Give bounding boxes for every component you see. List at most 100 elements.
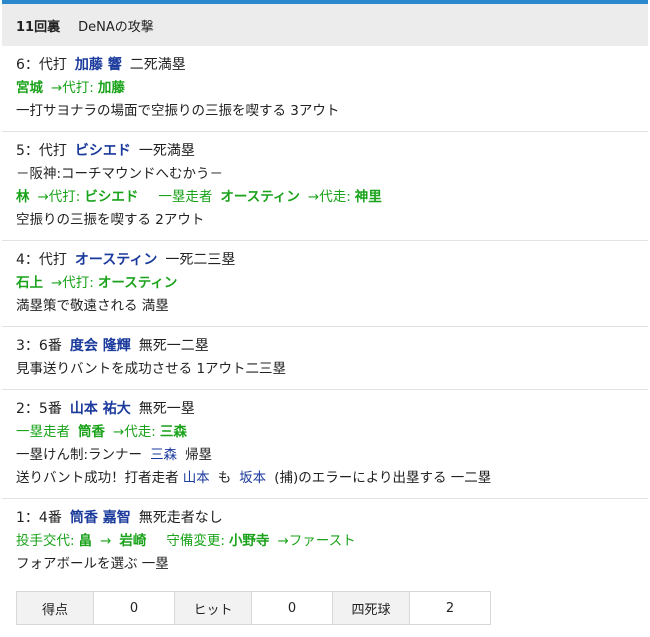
batter-link[interactable]: ビシエド [75,140,131,163]
result-text: (捕)のエラーにより出塁する 一二塁 [274,470,492,486]
batter-link[interactable]: 度会 隆輝 [70,335,131,358]
change-line: 投手交代: 畠 → 岩崎 守備変更: 小野寺 →ファースト [16,530,648,553]
play-head: 4： 代打 オースティン 一死二三塁 [16,249,648,272]
play-head: 3： 6番 度会 隆輝 無死一二塁 [16,335,648,358]
player-out-link[interactable]: 筒香 [78,421,105,444]
player-in-link[interactable]: 岩崎 [119,530,146,553]
inning-header: 11回裏 DeNAの攻撃 [2,4,648,46]
event-text: －阪神:コーチマウンドへむかう－ [16,166,224,182]
inning-panel: 11回裏 DeNAの攻撃 6： 代打 加藤 響 二死満塁 宮城 →代打: 加藤 … [2,0,648,637]
substitution-line: 林 →代打: ビシエド 一塁走者 オースティン →代走: 神里 [16,186,648,209]
batting-order: 4番 [38,510,62,526]
play-item: 1： 4番 筒香 嘉智 無死走者なし 投手交代: 畠 → 岩崎 守備変更: 小野… [2,499,648,584]
player-in-link[interactable]: 加藤 [98,77,125,100]
play-result: 見事送りバントを成功させる 1アウト二三塁 [16,358,648,381]
sub-arrow-label: →代走: [113,424,156,440]
play-head: 2： 5番 山本 祐大 無死一塁 [16,398,648,421]
situation: 一死二三塁 [165,252,236,268]
runner-label: 一塁走者 [158,189,213,205]
play-result: 送りバント成功！打者走者 山本 も 坂本 (捕)のエラーにより出塁する 一二塁 [16,467,648,490]
runner-label: 一塁走者 [16,424,70,440]
play-head: 5： 代打 ビシエド 一死満塁 [16,140,648,163]
player-out-link[interactable]: 畠 [79,530,93,553]
play-item: 2： 5番 山本 祐大 無死一塁 一塁走者 筒香 →代走: 三森 一塁けん制:ラ… [2,390,648,499]
batter-link[interactable]: オースティン [75,249,157,272]
player-link[interactable]: 小野寺 [229,530,270,553]
play-number: 4： [16,252,39,268]
play-list: 6： 代打 加藤 響 二死満塁 宮城 →代打: 加藤 一打サヨナラの場面で空振り… [2,46,648,584]
batting-order: 代打 [38,143,67,159]
batter-link[interactable]: 筒香 嘉智 [70,507,131,530]
result-text: 空振りの三振を喫する 2アウト [16,212,205,228]
player-out-link[interactable]: 林 [16,186,30,209]
play-head: 6： 代打 加藤 響 二死満塁 [16,54,648,77]
hits-label: ヒット [174,591,252,625]
defense-change-label: 守備変更: [166,533,225,549]
result-text: 見事送りバントを成功させる 1アウト二三塁 [16,361,287,377]
event-line: －阪神:コーチマウンドへむかう－ [16,163,648,186]
play-item: 5： 代打 ビシエド 一死満塁 －阪神:コーチマウンドへむかう－ 林 →代打: … [2,132,648,241]
runs-label: 得点 [16,591,94,625]
substitution-line: 一塁走者 筒香 →代走: 三森 [16,421,648,444]
inning-label: 11回裏 [16,19,61,35]
hits-value: 0 [251,591,333,625]
sub-arrow-label: →代走: [307,189,351,205]
player-in-link[interactable]: 三森 [160,421,187,444]
play-number: 3： [16,338,39,354]
batting-order: 代打 [38,57,67,73]
player-in-link[interactable]: ビシエド [84,186,138,209]
runner-link[interactable]: 三森 [150,444,177,467]
event-suffix: 帰塁 [185,447,213,463]
batter-link[interactable]: 山本 祐大 [70,398,131,421]
position-change: →ファースト [277,533,356,549]
situation: 無死走者なし [138,510,223,526]
sub-arrow-label: →代打: [51,275,94,291]
event-line: 一塁けん制:ランナー 三森 帰塁 [16,444,648,467]
result-text: フォアボールを選ぶ 一塁 [16,556,169,572]
player-link[interactable]: 山本 [183,467,210,490]
runs-value: 0 [93,591,175,625]
batting-order: 6番 [38,338,62,354]
situation: 無死一塁 [138,401,195,417]
play-number: 6： [16,57,39,73]
play-item: 6： 代打 加藤 響 二死満塁 宮城 →代打: 加藤 一打サヨナラの場面で空振り… [2,46,648,132]
play-number: 2： [16,401,39,417]
batter-link[interactable]: 加藤 響 [75,54,122,77]
player-out-link[interactable]: 石上 [16,272,43,295]
situation: 二死満塁 [129,57,186,73]
sub-arrow-label: →代打: [51,80,94,96]
player-out-link[interactable]: オースティン [220,186,300,209]
situation: 一死満塁 [138,143,195,159]
batting-order: 代打 [38,252,67,268]
play-item: 3： 6番 度会 隆輝 無死一二塁 見事送りバントを成功させる 1アウト二三塁 [2,327,648,390]
sub-arrow-label: →代打: [37,189,81,205]
result-text: 満塁策で敬遠される 満塁 [16,298,169,314]
team-attack-label: DeNAの攻撃 [78,19,154,35]
event-text: 一塁けん制:ランナー [16,447,143,463]
result-text: 一打サヨナラの場面で空振りの三振を喫する 3アウト [16,103,340,119]
change-arrow: → [100,533,112,549]
batting-order: 5番 [38,401,62,417]
result-text: も [217,470,232,486]
situation: 無死一二塁 [138,338,209,354]
substitution-line: 石上 →代打: オースティン [16,272,648,295]
play-result: 満塁策で敬遠される 満塁 [16,295,648,318]
walks-value: 2 [409,591,491,625]
play-result: 一打サヨナラの場面で空振りの三振を喫する 3アウト [16,100,648,123]
play-head: 1： 4番 筒香 嘉智 無死走者なし [16,507,648,530]
player-in-link[interactable]: 神里 [355,186,382,209]
stats-row: 得点 0 ヒット 0 四死球 2 [16,591,491,625]
player-out-link[interactable]: 宮城 [16,77,43,100]
substitution-line: 宮城 →代打: 加藤 [16,77,648,100]
play-result: フォアボールを選ぶ 一塁 [16,553,648,576]
play-number: 5： [16,143,39,159]
play-item: 4： 代打 オースティン 一死二三塁 石上 →代打: オースティン 満塁策で敬遠… [2,241,648,327]
player-link[interactable]: 坂本 [239,467,266,490]
play-number: 1： [16,510,39,526]
player-in-link[interactable]: オースティン [98,272,178,295]
pitching-change-label: 投手交代: [16,533,75,549]
walks-label: 四死球 [332,591,410,625]
play-result: 空振りの三振を喫する 2アウト [16,209,648,232]
inning-stats-table: 得点 0 ヒット 0 四死球 2 [16,591,491,625]
result-text: 送りバント成功！打者走者 [16,470,179,486]
